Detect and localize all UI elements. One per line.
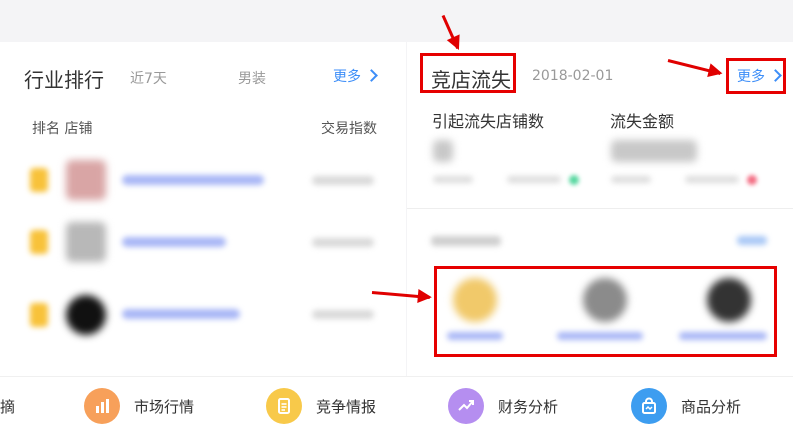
metric-loss-amount-value [611,140,697,162]
nav-item-label: 财务分析 [498,397,559,416]
document-icon [266,388,302,424]
trade-index-value [312,310,374,319]
nav-item-label: 竞争情报 [316,397,377,416]
bar-chart-icon [84,388,120,424]
medal-icon [30,168,48,192]
nav-item-finance[interactable]: 财务分析 [448,387,558,425]
panel-divider [407,208,793,209]
highlight-box-more [726,58,786,94]
up-trend-icon [569,175,579,185]
section-more-blurred[interactable] [737,236,767,245]
metric-loss-store-count-label: 引起流失店铺数 [432,112,545,131]
chevron-right-icon [365,69,378,82]
nav-item-label: 商品分析 [681,397,742,416]
store-link[interactable] [122,237,226,247]
category-filter[interactable]: 男装 [238,68,266,88]
top-strip [0,0,793,42]
nav-item-competition[interactable]: 竞争情报 [266,387,376,425]
ranking-row [0,212,406,272]
highlight-box-stores [434,266,777,357]
trend-line-icon [448,388,484,424]
store-link[interactable] [122,175,264,185]
industry-ranking-title: 行业排行 [24,68,104,92]
metric-loss-amount-label: 流失金额 [610,112,675,131]
metric-loss-store-count-value [433,140,453,162]
metric-sub-label [611,176,651,183]
col-rank-store: 排名 店铺 [32,121,93,137]
store-thumbnail [66,222,106,262]
nav-item-label: 市场行情 [134,397,195,416]
ranking-row [0,150,406,210]
medal-icon [30,230,48,254]
metric-sub-label [433,176,473,183]
nav-item-product[interactable]: 商品分析 [631,387,741,425]
metric-sub-label [685,176,739,183]
industry-ranking-panel: 行业排行 近7天 男装 更多 排名 店铺 交易指数 [0,42,406,376]
medal-icon [30,303,48,327]
nav-item-label: 摘 [0,397,16,416]
bottom-nav: 摘 市场行情 竞争情报 财务分析 商品分析 [0,376,793,436]
report-date: 2018-02-01 [532,68,614,84]
store-thumbnail [66,160,106,200]
period-filter[interactable]: 近7天 [130,68,167,88]
store-thumbnail [66,295,106,335]
trade-index-value [312,238,374,247]
highlight-box-title [420,53,516,93]
nav-item-market[interactable]: 市场行情 [84,387,194,425]
ranking-row [0,285,406,345]
down-trend-icon [747,175,757,185]
col-trade-index: 交易指数 [321,121,377,137]
industry-more-link[interactable]: 更多 [333,66,378,86]
metric-sub-label [507,176,561,183]
shopping-bag-icon [631,388,667,424]
trade-index-value [312,176,374,185]
more-label: 更多 [333,69,361,85]
nav-item-partial[interactable]: 摘 [0,387,15,425]
store-link[interactable] [122,309,240,319]
section-title-blurred [431,236,501,246]
